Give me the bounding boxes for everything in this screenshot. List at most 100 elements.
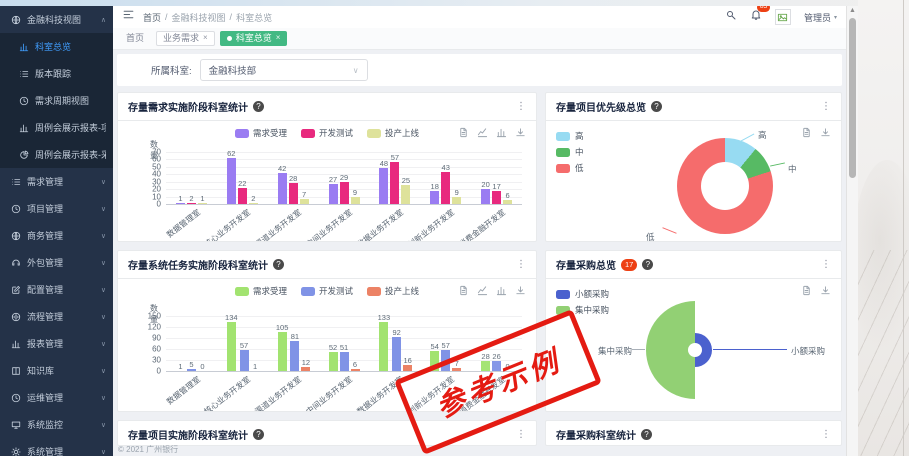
bar[interactable] [227,322,236,371]
scroll-up-arrow[interactable]: ▲ [847,7,858,14]
tab-业务需求[interactable]: 业务需求× [156,31,215,47]
sidebar-item[interactable]: 科室总览 [0,33,113,60]
panel-menu-icon[interactable]: ⋮ [821,429,831,440]
bar[interactable] [187,203,196,204]
chart-bar-icon[interactable] [496,127,507,138]
help-icon[interactable]: ? [253,101,264,112]
sidebar-item[interactable]: 需求管理∨ [0,168,113,195]
help-icon[interactable]: ? [641,429,652,440]
bar[interactable] [340,182,349,204]
search-icon[interactable] [725,8,737,26]
bar[interactable] [240,350,249,371]
bar[interactable] [238,188,247,204]
chart-bar-icon[interactable] [496,285,507,296]
legend-item[interactable]: 低 [556,162,584,174]
help-icon[interactable]: ? [273,259,284,270]
donut-chart[interactable] [677,138,773,234]
download-icon[interactable] [820,127,831,138]
legend-item[interactable]: 开发测试 [301,127,353,139]
breadcrumb-item[interactable]: 金融科技视图 [172,11,226,24]
bar[interactable] [351,369,360,371]
data-view-icon[interactable] [801,285,812,296]
bar[interactable] [379,322,388,371]
help-icon[interactable]: ? [253,429,264,440]
legend-item[interactable]: 投产上线 [367,127,419,139]
bar[interactable] [430,191,439,204]
download-icon[interactable] [820,285,831,296]
panel-menu-icon[interactable]: ⋮ [821,101,831,112]
legend-item[interactable]: 投产上线 [367,285,419,297]
bar[interactable] [503,200,512,204]
bar[interactable] [278,332,287,371]
sidebar-item[interactable]: 外包管理∨ [0,249,113,276]
tab-科室总览[interactable]: 科室总览× [220,31,288,47]
close-icon[interactable]: × [276,33,281,43]
bar[interactable] [329,184,338,204]
user-menu[interactable]: 管理员 ▾ [804,11,837,24]
bar[interactable] [176,203,185,204]
bar[interactable] [452,197,461,204]
download-icon[interactable] [515,127,526,138]
sidebar-item[interactable]: 项目管理∨ [0,195,113,222]
bar[interactable] [187,369,196,371]
bar[interactable] [289,183,298,204]
avatar[interactable] [775,9,791,25]
bar[interactable] [379,168,388,204]
bar[interactable] [492,191,501,204]
sidebar-item[interactable]: 运维管理∨ [0,384,113,411]
bar[interactable] [290,341,299,371]
legend-item[interactable]: 需求受理 [235,127,287,139]
tab-首页[interactable]: 首页 [119,31,151,47]
legend-item[interactable]: 中 [556,146,584,158]
sidebar-item[interactable]: 版本跟踪 [0,60,113,87]
sidebar-item[interactable]: 知识库∨ [0,357,113,384]
bar[interactable] [481,189,490,204]
bar[interactable] [249,203,258,204]
legend-item[interactable]: 开发测试 [301,285,353,297]
department-select[interactable]: 金融科技部 ∨ [200,59,368,81]
scrollbar-thumb[interactable] [849,18,856,178]
close-icon[interactable]: × [203,33,208,43]
download-icon[interactable] [515,285,526,296]
sidebar-item[interactable]: 周例会展示报表-采购 [0,141,113,168]
legend-item[interactable]: 需求受理 [235,285,287,297]
sidebar-item[interactable]: 报表管理∨ [0,330,113,357]
sidebar-item[interactable]: 需求周期视图 [0,87,113,114]
data-view-icon[interactable] [458,127,469,138]
bar[interactable] [329,352,338,371]
sidebar-item[interactable]: 系统管理∨ [0,438,113,456]
bar[interactable] [351,197,360,204]
line-chart-icon[interactable] [477,285,488,296]
bar[interactable] [227,158,236,204]
sidebar-item[interactable]: 配置管理∨ [0,276,113,303]
line-chart-icon[interactable] [477,127,488,138]
sidebar-item[interactable]: 商务管理∨ [0,222,113,249]
bar[interactable] [403,365,412,371]
sidebar-item[interactable]: 流程管理∨ [0,303,113,330]
help-icon[interactable]: ? [642,259,653,270]
legend-item[interactable]: 高 [556,130,584,142]
bar[interactable] [340,352,349,371]
bar[interactable] [300,199,309,204]
menu-fold-icon[interactable] [122,8,135,26]
sidebar-item[interactable]: 系统监控∨ [0,411,113,438]
bar[interactable] [390,162,399,204]
sidebar-item[interactable]: 金融科技视图∧ [0,6,113,33]
bar[interactable] [278,173,287,204]
data-view-icon[interactable] [458,285,469,296]
breadcrumb-item[interactable]: 首页 [143,11,161,24]
bar[interactable] [392,337,401,371]
bar[interactable] [441,172,450,204]
legend-item[interactable]: 小额采购 [556,288,609,300]
panel-menu-icon[interactable]: ⋮ [821,259,831,270]
bar[interactable] [401,185,410,204]
panel-menu-icon[interactable]: ⋮ [516,101,526,112]
data-view-icon[interactable] [801,127,812,138]
panel-menu-icon[interactable]: ⋮ [516,259,526,270]
browser-scrollbar[interactable]: ▲ [846,6,858,456]
bar[interactable] [301,367,310,371]
help-icon[interactable]: ? [651,101,662,112]
panel-menu-icon[interactable]: ⋮ [516,429,526,440]
sidebar-item[interactable]: 周例会展示报表-项目 [0,114,113,141]
notifications-bell[interactable]: 85 [750,8,762,26]
